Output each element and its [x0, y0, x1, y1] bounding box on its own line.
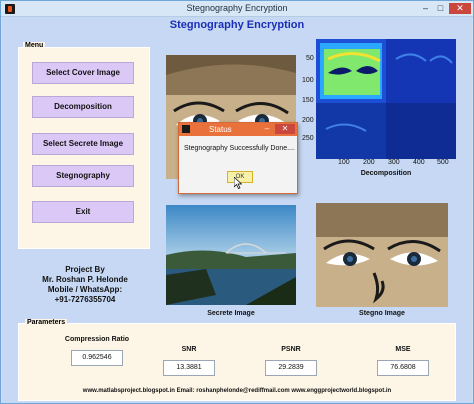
- compression-ratio-label: Compression Ratio: [64, 336, 130, 343]
- figure-client-area: Stegnography Encryption Menu Select Cove…: [2, 17, 472, 403]
- stegno-image-caption: Stegno Image: [359, 310, 405, 317]
- select-secrete-image-button[interactable]: Select Secrete Image: [32, 133, 134, 155]
- window-title: Stegnography Encryption: [186, 3, 288, 13]
- psnr-value: 29.2839: [265, 360, 317, 376]
- phone-number: +91-7276355704: [54, 295, 116, 304]
- menu-panel: Menu Select Cover Image Decomposition Se…: [18, 42, 150, 249]
- x-tick-500: 500: [437, 159, 449, 166]
- decomposition-caption: Decomposition: [360, 170, 412, 177]
- compression-ratio-value: 0.962546: [71, 350, 123, 366]
- decomposition-image: [316, 39, 456, 159]
- snr-value: 13.3881: [163, 360, 215, 376]
- contact-label: Mobile / WhatsApp:: [47, 285, 123, 294]
- mse-label: MSE: [395, 346, 411, 353]
- mse-value: 76.6808: [377, 360, 429, 376]
- select-cover-image-button[interactable]: Select Cover Image: [32, 62, 134, 84]
- dialog-minimize-button[interactable]: –: [261, 124, 273, 134]
- minimize-button[interactable]: –: [419, 3, 432, 14]
- page-title: Stegnography Encryption: [169, 19, 305, 31]
- app-window: Stegnography Encryption – □ ✕ Stegnograp…: [0, 0, 474, 404]
- mouse-cursor-icon: [234, 177, 242, 189]
- dialog-message: Stegnography Successfully Done....: [184, 145, 295, 152]
- footer-links: www.matlabsproject.blogspot.in Email: ro…: [82, 388, 392, 394]
- secrete-image-caption: Secrete Image: [207, 310, 255, 317]
- dialog-close-button[interactable]: ✕: [275, 124, 295, 134]
- title-bar: Stegnography Encryption – □ ✕: [1, 1, 473, 17]
- exit-button[interactable]: Exit: [32, 201, 134, 223]
- x-tick-300: 300: [388, 159, 400, 166]
- maximize-button[interactable]: □: [434, 3, 447, 14]
- menu-label: Menu: [23, 42, 46, 49]
- x-tick-100: 100: [338, 159, 350, 166]
- psnr-label: PSNR: [281, 346, 301, 353]
- y-tick-200: 200: [302, 117, 314, 124]
- stegnography-button[interactable]: Stegnography: [32, 165, 134, 187]
- y-tick-250: 250: [302, 135, 314, 142]
- parameters-label: Parameters: [25, 319, 68, 326]
- author-name: Mr. Roshan P. Helonde: [42, 275, 128, 284]
- x-tick-400: 400: [413, 159, 425, 166]
- snr-label: SNR: [181, 346, 197, 353]
- y-tick-150: 150: [302, 97, 314, 104]
- x-tick-200: 200: [363, 159, 375, 166]
- matlab-icon: [182, 125, 190, 133]
- secrete-image: [166, 205, 296, 305]
- project-info: Project By Mr. Roshan P. Helonde Mobile …: [30, 265, 140, 305]
- close-button[interactable]: ✕: [449, 3, 471, 14]
- dialog-title-bar: Status – ✕: [179, 123, 297, 136]
- stegno-image: [316, 203, 448, 307]
- y-tick-100: 100: [302, 77, 314, 84]
- decomposition-button[interactable]: Decomposition: [32, 96, 134, 118]
- project-by-label: Project By: [65, 265, 105, 274]
- dialog-title: Status: [209, 125, 232, 134]
- y-tick-50: 50: [306, 55, 314, 62]
